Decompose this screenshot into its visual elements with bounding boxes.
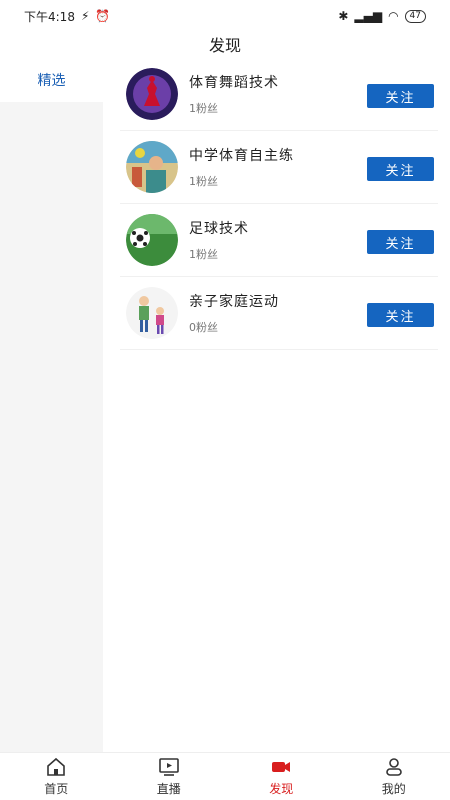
sidebar-item-featured[interactable]: 精选 (0, 58, 103, 102)
bottom-tab-bar: 首页 直播 发现 我的 (0, 752, 450, 800)
channel-info: 体育舞蹈技术 1粉丝 (189, 72, 279, 116)
status-right: ✱ ▂▄▆ ◠ 47 (338, 9, 426, 23)
channel-info: 中学体育自主练 1粉丝 (189, 145, 294, 189)
tab-discover[interactable]: 发现 (225, 753, 338, 800)
dance-avatar-icon (126, 68, 178, 120)
tab-label: 直播 (156, 781, 181, 796)
home-icon (47, 757, 66, 776)
channel-list: 体育舞蹈技术 1粉丝 关注 中学体育自主练 1粉丝 关注 足球技术 1粉丝 关注… (120, 58, 438, 350)
channel-name: 中学体育自主练 (189, 148, 294, 164)
follow-button[interactable]: 关注 (367, 303, 434, 327)
soccer-avatar-icon (126, 214, 178, 266)
user-icon (385, 757, 402, 776)
video-camera-icon (272, 761, 291, 772)
family-avatar-icon (126, 287, 178, 339)
follow-button[interactable]: 关注 (367, 84, 434, 108)
no-signal-icon: ⚡ (80, 9, 90, 23)
wifi-icon: ◠ (388, 9, 399, 23)
battery-indicator: 47 (404, 9, 426, 23)
list-item[interactable]: 亲子家庭运动 0粉丝 关注 (120, 277, 438, 350)
fans-count: 0粉丝 (189, 321, 218, 334)
page-title: 发现 (208, 36, 241, 55)
tab-label: 发现 (269, 781, 294, 796)
follow-button[interactable]: 关注 (367, 230, 434, 254)
tab-live[interactable]: 直播 (113, 753, 226, 800)
teacher-avatar-icon (126, 141, 178, 193)
channel-name: 体育舞蹈技术 (189, 75, 279, 91)
channel-info: 亲子家庭运动 0粉丝 (189, 291, 279, 335)
list-item[interactable]: 足球技术 1粉丝 关注 (120, 204, 438, 277)
tab-home[interactable]: 首页 (0, 753, 113, 800)
list-item[interactable]: 中学体育自主练 1粉丝 关注 (120, 131, 438, 204)
channel-info: 足球技术 1粉丝 (189, 218, 249, 262)
follow-button[interactable]: 关注 (367, 157, 434, 181)
tv-icon (158, 757, 179, 776)
fans-count: 1粉丝 (189, 248, 218, 261)
tab-label: 首页 (44, 781, 69, 796)
status-left: 下午4:18 ⚡ ⏰ (24, 8, 110, 25)
cellular-signal-icon: ▂▄▆ (354, 9, 383, 23)
bluetooth-icon: ✱ (338, 9, 349, 23)
status-time: 下午4:18 (24, 9, 75, 24)
list-item[interactable]: 体育舞蹈技术 1粉丝 关注 (120, 58, 438, 131)
alarm-icon: ⏰ (95, 9, 111, 23)
channel-name: 亲子家庭运动 (189, 294, 279, 310)
status-bar: 下午4:18 ⚡ ⏰ ✱ ▂▄▆ ◠ 47 (0, 0, 450, 32)
channel-name: 足球技术 (189, 221, 249, 237)
fans-count: 1粉丝 (189, 102, 218, 115)
tab-label: 我的 (381, 781, 406, 796)
tab-mine[interactable]: 我的 (338, 753, 450, 800)
sidebar: 精选 (0, 58, 103, 752)
fans-count: 1粉丝 (189, 175, 218, 188)
